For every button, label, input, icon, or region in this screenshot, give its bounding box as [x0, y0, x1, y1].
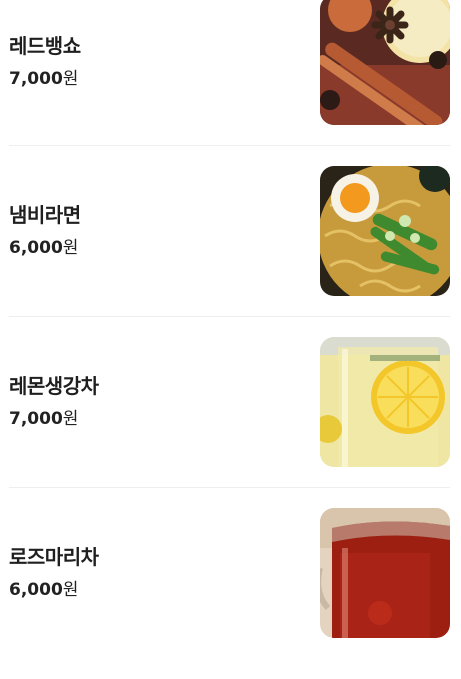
price-unit: 원 — [62, 238, 79, 258]
mulled-wine-photo[interactable] — [320, 0, 450, 125]
menu-item-text: 냄비라면 6,000원 — [9, 202, 81, 259]
menu-item-text: 로즈마리차 6,000원 — [9, 544, 99, 601]
menu-item-lemon-ginger-tea[interactable]: 레몬생강차 7,000원 — [0, 337, 461, 508]
pot-ramen-photo[interactable] — [320, 166, 450, 296]
menu-item-name: 로즈마리차 — [9, 545, 99, 569]
rosemary-tea-image — [320, 508, 450, 638]
price-amount: 7,000 — [9, 69, 63, 89]
menu-item-pot-ramen[interactable]: 냄비라면 6,000원 — [0, 166, 461, 337]
menu-list: 레드뱅쇼 7,000원 냄비라면 6,000원 레몬생강차 7,000원 로즈마… — [0, 0, 461, 645]
menu-item-price: 7,000원 — [9, 68, 81, 90]
divider — [9, 487, 450, 488]
menu-item-name: 레몬생강차 — [9, 374, 99, 398]
menu-item-red-vin-chaud[interactable]: 레드뱅쇼 7,000원 — [0, 0, 461, 166]
menu-item-price: 6,000원 — [9, 579, 99, 601]
divider — [9, 145, 450, 146]
rosemary-tea-photo[interactable] — [320, 508, 450, 638]
price-unit: 원 — [62, 409, 79, 429]
lemon-ginger-tea-photo[interactable] — [320, 337, 450, 467]
menu-item-rosemary-tea[interactable]: 로즈마리차 6,000원 — [0, 508, 461, 679]
menu-item-text: 레드뱅쇼 7,000원 — [9, 33, 81, 90]
menu-item-price: 7,000원 — [9, 408, 99, 430]
price-amount: 6,000 — [9, 238, 63, 258]
price-amount: 7,000 — [9, 409, 63, 429]
menu-item-text: 레몬생강차 7,000원 — [9, 373, 99, 430]
price-unit: 원 — [62, 69, 79, 89]
mulled-wine-image — [320, 0, 450, 125]
lemon-ginger-tea-image — [320, 337, 450, 467]
menu-item-name: 레드뱅쇼 — [9, 34, 81, 58]
price-unit: 원 — [62, 580, 79, 600]
pot-ramen-image — [320, 166, 450, 296]
divider — [9, 316, 450, 317]
menu-item-price: 6,000원 — [9, 237, 81, 259]
menu-item-name: 냄비라면 — [9, 203, 81, 227]
price-amount: 6,000 — [9, 580, 63, 600]
